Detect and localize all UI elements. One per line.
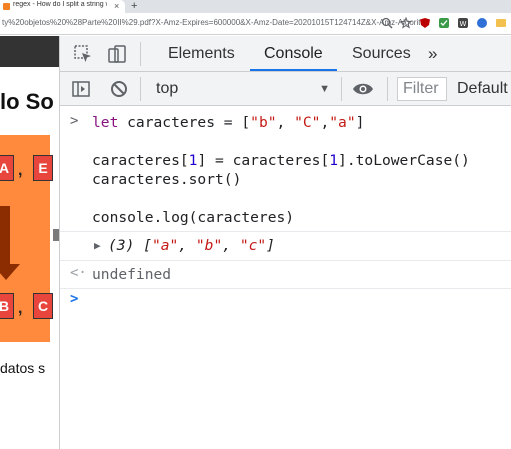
down-arrow-icon <box>0 264 20 280</box>
console-input-line: caracteres.sort() <box>92 171 242 188</box>
console-log-output[interactable]: (3) ["a", "b", "c"] <box>108 236 275 255</box>
comma: , <box>18 300 23 317</box>
extension-icon-green[interactable] <box>437 16 450 29</box>
comma: , <box>18 162 23 179</box>
console-prompt-input[interactable] <box>92 291 492 310</box>
letter-box: A <box>0 155 14 181</box>
tab-sources[interactable]: Sources <box>338 36 425 71</box>
svg-text:W: W <box>459 20 466 28</box>
toolbar-icons: W <box>380 16 507 29</box>
separator <box>140 77 141 101</box>
log-levels-dropdown[interactable]: Default <box>457 78 508 100</box>
context-selector-value: top <box>156 80 179 97</box>
dropdown-arrow-icon: ▼ <box>319 83 330 95</box>
expand-triangle-icon[interactable]: ▶ <box>94 236 101 255</box>
divider <box>60 288 511 289</box>
console-prompt-icon: > <box>70 291 79 307</box>
stackoverflow-favicon-icon <box>3 3 10 10</box>
filter-input[interactable]: Filter <box>397 77 447 101</box>
input-prompt-icon: > <box>70 113 79 129</box>
browser-tab-strip: regex - How do I split a string wi × + <box>0 0 511 13</box>
page-content: lo So A , E B , C datos s <box>0 36 59 449</box>
letter-box: E <box>33 155 53 181</box>
console-input-line: let caracteres = ["b", "C","a"] <box>92 114 365 131</box>
device-toolbar-icon[interactable] <box>106 43 128 65</box>
console-toolbar: top ▼ Filter Default <box>60 72 511 106</box>
tab-elements[interactable]: Elements <box>154 36 249 71</box>
tab-close-icon[interactable]: × <box>114 0 119 13</box>
bookmark-star-icon[interactable] <box>399 16 412 29</box>
address-bar[interactable]: ty%20objetos%20%28Parte%20II%29.pdf?X-Am… <box>0 13 511 35</box>
separator <box>387 77 388 101</box>
console-input-line: caracteres[1] = caracteres[1].toLowerCas… <box>92 152 470 169</box>
console-input-line: console.log(caracteres) <box>92 209 295 226</box>
zoom-icon[interactable] <box>380 16 393 29</box>
letter-box: C <box>33 293 53 319</box>
devtools-panel: Elements Console Sources » top ▼ Filter … <box>59 36 511 449</box>
new-tab-button[interactable]: + <box>131 0 137 13</box>
page-body-text: datos s <box>0 360 46 376</box>
result-arrow-icon: <· <box>70 265 87 281</box>
ublock-shield-icon[interactable] <box>418 16 431 29</box>
extension-icon-blue[interactable] <box>475 16 488 29</box>
extension-icon-dark[interactable]: W <box>456 16 469 29</box>
divider <box>60 260 511 261</box>
url-text[interactable]: ty%20objetos%20%28Parte%20II%29.pdf?X-Am… <box>2 18 420 27</box>
diagram-image: A , E B , C <box>0 135 53 342</box>
browser-tab-title: regex - How do I split a string wi <box>13 1 107 8</box>
extension-icon-yellow[interactable] <box>494 16 507 29</box>
tab-console[interactable]: Console <box>250 36 337 71</box>
browser-tab[interactable]: regex - How do I split a string wi × <box>0 0 125 13</box>
divider <box>60 231 511 232</box>
down-arrow-shaft <box>0 206 10 266</box>
context-selector[interactable]: top ▼ <box>148 78 330 100</box>
separator <box>140 42 141 66</box>
page-heading: lo So <box>0 89 54 114</box>
page-top-bar <box>0 36 59 67</box>
more-tabs-button[interactable]: » <box>428 36 437 71</box>
letter-box: B <box>0 293 14 319</box>
clear-console-icon[interactable] <box>108 78 130 100</box>
show-sidebar-icon[interactable] <box>70 78 92 100</box>
console-result: undefined <box>92 266 172 283</box>
live-expression-eye-icon[interactable] <box>352 78 374 100</box>
devtools-tab-bar: Elements Console Sources » <box>60 36 511 72</box>
separator <box>341 77 342 101</box>
console-output[interactable]: > let caracteres = ["b", "C","a"] caract… <box>60 107 511 449</box>
inspect-element-icon[interactable] <box>72 43 94 65</box>
